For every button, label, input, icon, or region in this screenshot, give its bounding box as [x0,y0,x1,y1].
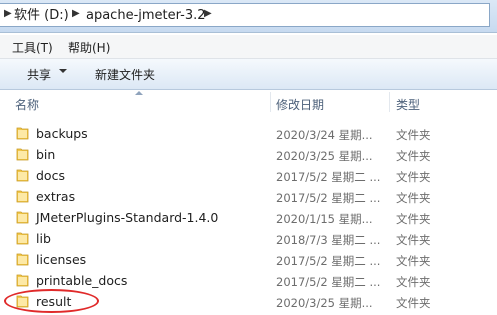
folder-icon [16,190,29,203]
file-type: 文件夹 [396,191,431,205]
folder-icon [16,211,29,224]
file-date: 2020/1/15 星期... [276,212,373,226]
column-header: 名称 修改日期 类型 [0,90,497,115]
file-date: 2018/7/3 星期二 ... [276,233,381,247]
chevron-down-icon[interactable] [59,69,67,73]
file-name: JMeterPlugins-Standard-1.4.0 [36,210,219,225]
file-date: 2020/3/25 星期... [276,149,373,163]
file-date: 2017/5/2 星期二 ... [276,254,381,268]
folder-icon [16,274,29,287]
file-type: 文件夹 [396,233,431,247]
file-type: 文件夹 [396,149,431,163]
folder-icon [16,253,29,266]
column-type[interactable]: 类型 [396,96,420,113]
file-name: backups [36,126,88,141]
file-name: docs [36,168,65,183]
file-date: 2020/3/24 星期... [276,128,373,142]
file-name: extras [36,189,76,204]
column-divider[interactable] [270,92,271,112]
address-box[interactable]: ▶ 软件 (D:) ▶ apache-jmeter-3.2 ▶ [0,3,490,27]
column-name[interactable]: 名称 [15,96,39,113]
file-type: 文件夹 [396,296,431,310]
chevron-right-icon[interactable]: ▶ [72,8,80,19]
list-item[interactable]: docs 2017/5/2 星期二 ... 文件夹 [0,165,497,186]
menu-help[interactable]: 帮助(H) [68,39,110,56]
file-date: 2017/5/2 星期二 ... [276,170,381,184]
sort-up-icon [135,91,143,95]
toolbar: 共享 新建文件夹 [0,59,497,90]
folder-icon [16,127,29,140]
address-bar[interactable]: ▶ 软件 (D:) ▶ apache-jmeter-3.2 ▶ [0,0,497,33]
file-type: 文件夹 [396,212,431,226]
list-item[interactable]: JMeterPlugins-Standard-1.4.0 2020/1/15 星… [0,207,497,228]
list-item[interactable]: licenses 2017/5/2 星期二 ... 文件夹 [0,249,497,270]
folder-icon [16,169,29,182]
file-date: 2017/5/2 星期二 ... [276,275,381,289]
list-item[interactable]: bin 2020/3/25 星期... 文件夹 [0,144,497,165]
file-name: licenses [36,252,87,267]
column-divider[interactable] [389,92,390,112]
folder-icon [16,148,29,161]
menu-bar: 工具(T) 帮助(H) [0,35,497,59]
file-date: 2017/5/2 星期二 ... [276,191,381,205]
file-type: 文件夹 [396,254,431,268]
breadcrumb-folder[interactable]: apache-jmeter-3.2 [86,7,206,25]
list-item[interactable]: extras 2017/5/2 星期二 ... 文件夹 [0,186,497,207]
file-name: bin [36,147,56,162]
file-type: 文件夹 [396,128,431,142]
chevron-right-icon[interactable]: ▶ [204,8,212,19]
file-type: 文件夹 [396,170,431,184]
list-item[interactable]: printable_docs 2017/5/2 星期二 ... 文件夹 [0,270,497,291]
list-item[interactable]: lib 2018/7/3 星期二 ... 文件夹 [0,228,497,249]
column-date[interactable]: 修改日期 [276,96,324,113]
breadcrumb-drive[interactable]: 软件 (D:) [14,7,69,25]
highlight-circle [4,289,99,313]
menu-tools[interactable]: 工具(T) [12,39,53,56]
new-folder-button[interactable]: 新建文件夹 [95,66,155,83]
file-name: lib [36,231,51,246]
chevron-right-icon[interactable]: ▶ [4,8,12,19]
list-item[interactable]: backups 2020/3/24 星期... 文件夹 [0,123,497,144]
file-type: 文件夹 [396,275,431,289]
file-date: 2020/3/25 星期... [276,296,373,310]
folder-icon [16,232,29,245]
file-name: printable_docs [36,273,128,288]
share-button[interactable]: 共享 [27,66,51,83]
